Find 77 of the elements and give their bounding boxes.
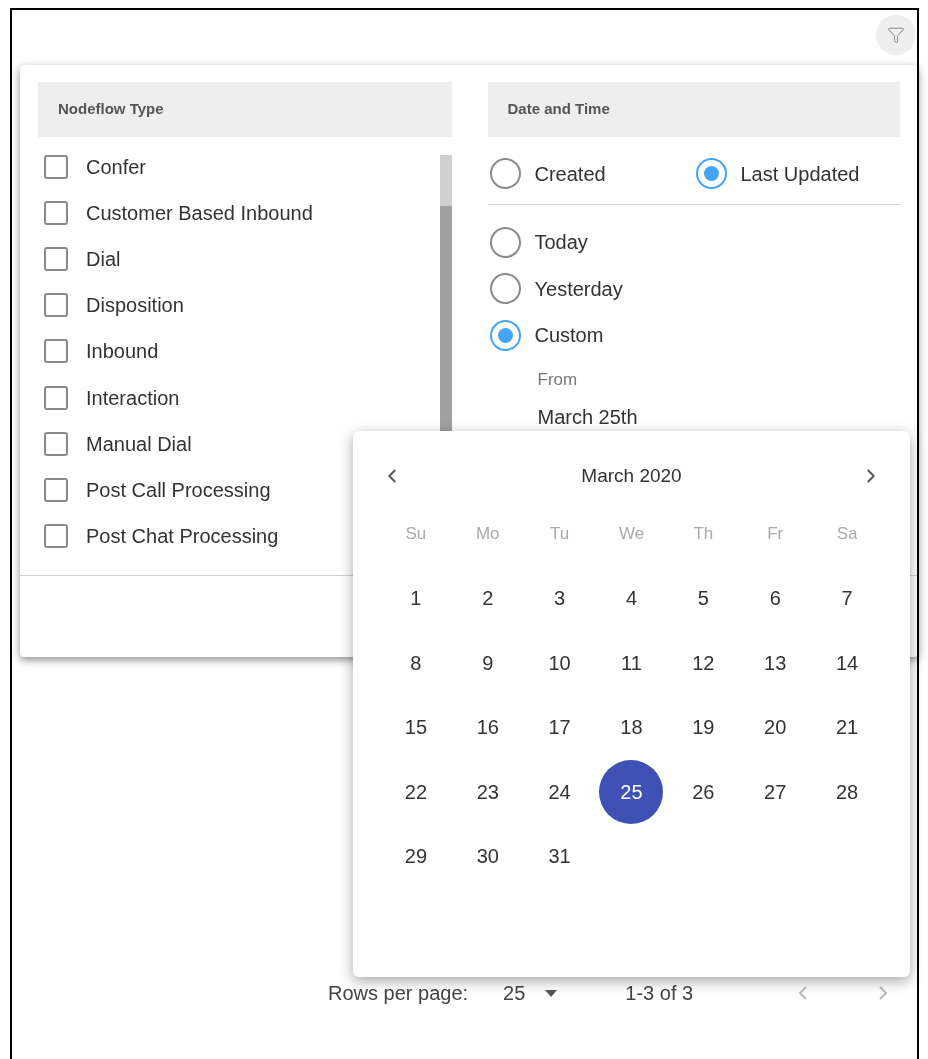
calendar-day[interactable]: 19 [671,695,736,760]
calendar-day[interactable]: 6 [743,566,808,631]
weekday-label: Fr [766,523,785,546]
radio-option[interactable]: Last Updated [695,158,860,189]
weekday-label: Th [692,523,715,546]
calendar-day[interactable]: 1 [383,566,448,631]
radio-button[interactable] [489,319,521,351]
calendar-day[interactable]: 17 [527,695,592,760]
radio-option[interactable]: Created [487,158,696,189]
previous-page-icon[interactable] [799,986,808,1000]
calendar-day[interactable]: 4 [599,566,664,631]
calendar-day[interactable]: 15 [383,695,448,760]
calendar-day[interactable]: 11 [599,630,664,695]
checkbox-row[interactable]: Disposition [38,282,440,329]
calendar-day[interactable]: 31 [527,824,592,889]
calendar-day[interactable]: 28 [815,759,880,824]
checkbox[interactable] [44,385,68,410]
calendar-day[interactable]: 3 [527,566,592,631]
radio-button[interactable] [489,158,521,189]
page-range: 1-3 of 3 [625,981,694,1006]
checkbox[interactable] [44,247,68,272]
checkbox[interactable] [44,293,68,318]
weekday-label: Sa [835,523,859,546]
calendar-day[interactable]: 18 [599,695,664,760]
calendar-day[interactable]: 8 [383,630,448,695]
weekday-label: Mo [474,523,501,546]
filter-icon [887,26,905,44]
weekday-label: We [617,523,646,546]
checkbox[interactable] [44,339,68,364]
field-label: From [537,368,579,391]
calendar-day[interactable]: 20 [743,695,808,760]
calendar-day[interactable]: 30 [455,824,520,889]
calendar-day[interactable]: 27 [743,759,808,824]
calendar-day[interactable]: 16 [455,695,520,760]
section-header: Nodeflow Type [38,82,452,137]
calendar-day[interactable]: 23 [455,759,520,824]
dropdown-caret-icon [545,989,558,997]
checkbox[interactable] [44,523,68,548]
checkbox[interactable] [44,431,68,456]
calendar-day[interactable]: 24 [527,759,592,824]
radio-option[interactable]: Yesterday [487,265,900,312]
calendar-day[interactable]: 21 [815,695,880,760]
calendar-day[interactable]: 26 [671,759,736,824]
calendar-day[interactable]: 12 [671,630,736,695]
checkbox[interactable] [44,477,68,502]
radio-button[interactable] [489,226,521,258]
section-header: Date and Time [487,82,900,137]
weekday-label: Su [404,523,428,546]
checkbox-row[interactable]: Manual Dial [38,420,440,467]
checkbox-row[interactable]: Confer [38,155,440,191]
checkbox-row[interactable]: Inbound [38,328,440,375]
rows-per-page-label: Rows per page: [328,981,469,1006]
radio-button[interactable] [489,273,521,305]
checkbox-row[interactable]: Interaction [38,374,440,421]
weekday-label: Tu [549,523,571,546]
calendar-day[interactable]: 29 [383,824,448,889]
next-page-icon[interactable] [879,986,888,1000]
checkbox[interactable] [44,201,68,226]
radio-option[interactable]: Today [487,219,900,266]
radio-button[interactable] [695,158,727,189]
calendar-day[interactable]: 13 [743,630,808,695]
calendar-day[interactable]: 2 [455,566,520,631]
calendar-day[interactable]: 9 [455,630,520,695]
checkbox-row[interactable]: Dial [38,236,440,283]
calendar-day[interactable]: 22 [383,759,448,824]
rows-per-page-select[interactable]: 25 [503,978,558,1008]
filter-button[interactable] [876,15,916,55]
calendar-day[interactable]: 7 [815,566,880,631]
calendar-day[interactable]: 25 [599,759,664,824]
month-title: March 2020 [581,463,682,488]
calendar-day[interactable]: 5 [671,566,736,631]
checkbox[interactable] [44,155,68,180]
checkbox-row[interactable]: Customer Based Inbound [38,190,440,237]
radio-option[interactable]: Custom [487,312,900,359]
checkbox-row[interactable]: Post Call Processing [38,466,440,513]
calendar-day[interactable]: 10 [527,630,592,695]
calendar-day[interactable]: 14 [815,630,880,695]
